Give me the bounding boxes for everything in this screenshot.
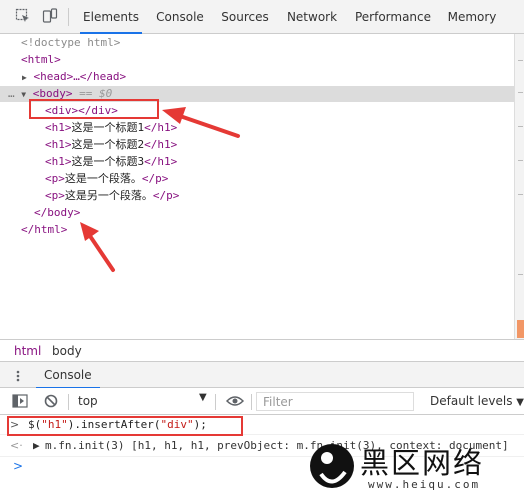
tab-memory[interactable]: Memory [444, 0, 500, 33]
node-text: 这是另一个段落。 [64, 189, 153, 202]
node-close-tag: </p> [141, 172, 169, 185]
node-close-tag: </h1> [144, 138, 178, 151]
node-text: 这是一个标题1 [71, 121, 145, 134]
dom-node-p-1[interactable]: <p>这是一个段落。</p> [45, 171, 168, 187]
html-close-line[interactable]: </html> [21, 222, 67, 238]
toolbar-separator [68, 394, 69, 410]
node-open-tag: <p> [45, 172, 65, 185]
log-levels-label: Default levels [430, 394, 513, 408]
node-close-tag: </h1> [144, 121, 178, 134]
html-open-line[interactable]: <html> [21, 52, 61, 68]
html-close-tag: </html> [21, 223, 68, 236]
clear-console-icon[interactable] [44, 394, 58, 408]
scroll-mark [518, 92, 523, 93]
scroll-mark [518, 160, 523, 161]
log-levels-dropdown[interactable]: Default levels ▼ [430, 394, 524, 408]
dom-node-h1-1[interactable]: <h1>这是一个标题1</h1> [45, 120, 177, 136]
node-open-tag: <h1> [45, 155, 72, 168]
annotation-box-command [7, 416, 243, 436]
doctype-line[interactable]: <!doctype html> [21, 35, 120, 51]
drawer-tab-console[interactable]: Console [36, 362, 100, 389]
tab-sources[interactable]: Sources [218, 0, 272, 33]
console-filter-input[interactable]: Filter [256, 392, 414, 411]
side-scroll-strip[interactable] [514, 34, 524, 339]
dom-node-p-2[interactable]: <p>这是另一个段落。</p> [45, 188, 179, 204]
body-close-tag: </body> [34, 206, 81, 219]
tab-elements[interactable]: Elements [80, 0, 142, 34]
toolbar-separator [251, 394, 252, 410]
node-close-tag: </p> [152, 189, 180, 202]
more-dots-icon[interactable]: … [8, 87, 15, 100]
console-toolbar: top ▼ Filter Default levels ▼ [0, 388, 524, 415]
chevron-down-icon: ▼ [516, 397, 524, 408]
tab-network[interactable]: Network [283, 0, 341, 33]
eye-icon[interactable] [226, 395, 244, 407]
node-open-tag: <h1> [45, 138, 72, 151]
doctype-text: <!doctype html> [21, 36, 121, 49]
context-selector[interactable]: top [78, 394, 98, 408]
html-open-tag: <html> [21, 53, 61, 66]
head-tag: <head>…</head> [33, 70, 127, 83]
toolbar-separator [215, 394, 216, 410]
expand-triangle-icon[interactable]: ▶ [22, 73, 27, 82]
collapse-triangle-icon[interactable]: ▼ [21, 90, 26, 99]
breadcrumb-html[interactable]: html [14, 344, 41, 358]
show-sidebar-icon[interactable] [12, 394, 28, 408]
elements-panel: <!doctype html> <html> ▶ <head>…</head> … [0, 34, 514, 339]
node-close-tag: </h1> [144, 155, 178, 168]
watermark-url: www.heiqu.com [368, 478, 481, 491]
drawer-header: Console [0, 361, 524, 389]
result-expand-icon[interactable]: ▶ [33, 439, 40, 452]
tab-console[interactable]: Console [152, 0, 208, 33]
body-close-line[interactable]: </body> [34, 205, 80, 221]
breadcrumb-body[interactable]: body [52, 344, 82, 358]
node-text: 这是一个标题2 [71, 138, 145, 151]
scroll-mark [518, 274, 523, 275]
node-open-tag: <h1> [45, 121, 72, 134]
scroll-mark [518, 126, 523, 127]
chevron-down-icon[interactable]: ▼ [199, 392, 207, 403]
devtools-toolbar: Elements Console Sources Network Perform… [0, 0, 524, 34]
node-open-tag: <p> [45, 189, 65, 202]
tab-performance[interactable]: Performance [352, 0, 434, 33]
toolbar-separator [68, 8, 69, 26]
watermark-text: 黑区网络 [360, 446, 485, 480]
console-prompt-icon[interactable]: > [13, 459, 23, 473]
drawer-menu-icon[interactable] [13, 370, 23, 382]
annotation-box-div [29, 99, 159, 119]
device-toggle-icon[interactable] [42, 8, 58, 24]
scroll-mark [518, 60, 523, 61]
scroll-mark [518, 194, 523, 195]
node-text: 这是一个标题3 [71, 155, 145, 168]
inspect-element-icon[interactable] [15, 8, 31, 24]
breadcrumb: html body [0, 339, 524, 361]
dom-node-h1-2[interactable]: <h1>这是一个标题2</h1> [45, 137, 177, 153]
node-text: 这是一个段落。 [64, 172, 142, 185]
result-arrow-icon: <· [10, 439, 23, 452]
dom-node-h1-3[interactable]: <h1>这是一个标题3</h1> [45, 154, 177, 170]
box-model-margin-swatch [517, 320, 524, 338]
head-line[interactable]: ▶ <head>…</head> [22, 69, 126, 85]
